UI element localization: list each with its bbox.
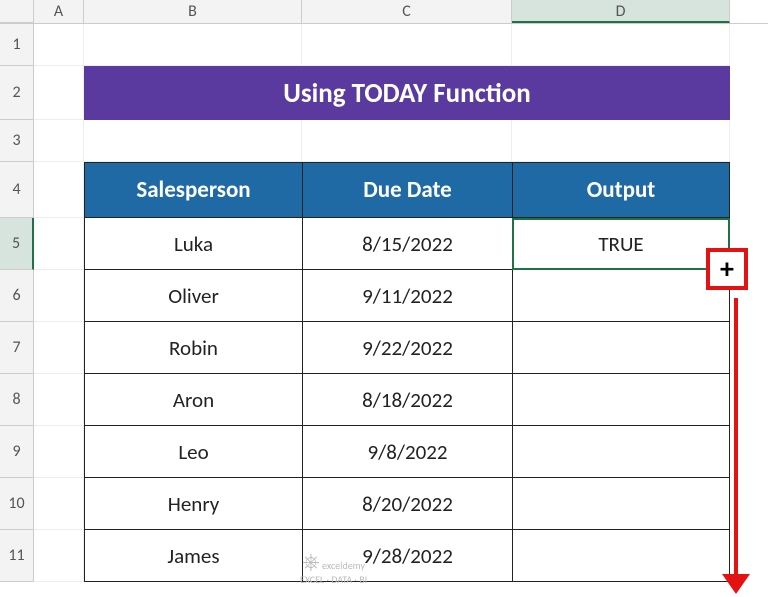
cell-C10[interactable]: 8/20/2022 [302, 478, 512, 530]
watermark-sub: EXCEL · DATA · BI [300, 573, 367, 586]
row-1: 1 [0, 24, 768, 66]
row-header-1[interactable]: 1 [0, 24, 34, 66]
cell-A8[interactable] [34, 374, 84, 426]
cell-A10[interactable] [34, 478, 84, 530]
cell-D3[interactable] [512, 120, 730, 162]
autofill-arrowhead-icon [722, 574, 750, 594]
row-3: 3 [0, 120, 768, 162]
cell-B10[interactable]: Henry [84, 478, 302, 530]
cell-B5[interactable]: Luka [84, 218, 302, 270]
cell-C7[interactable]: 9/22/2022 [302, 322, 512, 374]
row-11: 11 James 9/28/2022 [0, 530, 768, 582]
header-salesperson[interactable]: Salesperson [84, 162, 302, 218]
cell-A9[interactable] [34, 426, 84, 478]
row-10: 10 Henry 8/20/2022 [0, 478, 768, 530]
column-header-row: A B C D [0, 0, 768, 24]
watermark: ⎈ exceldemy EXCEL · DATA · BI [300, 550, 367, 585]
cell-D1[interactable] [512, 24, 730, 66]
fill-handle[interactable]: + [706, 248, 748, 290]
cell-D7[interactable] [512, 322, 730, 374]
col-header-D[interactable]: D [512, 0, 730, 23]
cell-D8[interactable] [512, 374, 730, 426]
cell-A2[interactable] [34, 66, 84, 120]
cell-C3[interactable] [302, 120, 512, 162]
cell-B8[interactable]: Aron [84, 374, 302, 426]
cell-D11[interactable] [512, 530, 730, 582]
header-duedate[interactable]: Due Date [302, 162, 512, 218]
watermark-logo-icon: ⎈ [302, 548, 320, 575]
row-header-2[interactable]: 2 [0, 66, 34, 120]
cell-C9[interactable]: 9/8/2022 [302, 426, 512, 478]
watermark-brand: exceldemy [322, 559, 365, 572]
row-header-5[interactable]: 5 [0, 218, 34, 270]
header-output[interactable]: Output [512, 162, 730, 218]
cell-C1[interactable] [302, 24, 512, 66]
cell-A3[interactable] [34, 120, 84, 162]
cell-B1[interactable] [84, 24, 302, 66]
cell-C8[interactable]: 8/18/2022 [302, 374, 512, 426]
row-8: 8 Aron 8/18/2022 [0, 374, 768, 426]
cell-A7[interactable] [34, 322, 84, 374]
row-header-10[interactable]: 10 [0, 478, 34, 530]
cell-A6[interactable] [34, 270, 84, 322]
cell-B7[interactable]: Robin [84, 322, 302, 374]
output-value: TRUE [598, 231, 643, 257]
row-header-7[interactable]: 7 [0, 322, 34, 374]
cell-B11[interactable]: James [84, 530, 302, 582]
row-6: 6 Oliver 9/11/2022 [0, 270, 768, 322]
col-header-B[interactable]: B [84, 0, 302, 23]
row-7: 7 Robin 9/22/2022 [0, 322, 768, 374]
cell-A4[interactable] [34, 162, 84, 218]
row-header-8[interactable]: 8 [0, 374, 34, 426]
col-header-A[interactable]: A [34, 0, 84, 23]
plus-icon: + [720, 255, 734, 283]
spreadsheet: A B C D 1 2 Using TODAY Function 3 4 Sal… [0, 0, 768, 597]
cell-D10[interactable] [512, 478, 730, 530]
cell-C5[interactable]: 8/15/2022 [302, 218, 512, 270]
row-header-4[interactable]: 4 [0, 162, 34, 218]
cell-D6[interactable] [512, 270, 730, 322]
cell-B3[interactable] [84, 120, 302, 162]
row-header-6[interactable]: 6 [0, 270, 34, 322]
cell-A1[interactable] [34, 24, 84, 66]
cell-B6[interactable]: Oliver [84, 270, 302, 322]
row-header-3[interactable]: 3 [0, 120, 34, 162]
autofill-arrow [734, 298, 738, 582]
col-header-C[interactable]: C [302, 0, 512, 23]
select-all-corner[interactable] [0, 0, 34, 23]
cell-D5-selected[interactable]: TRUE + [512, 218, 730, 270]
cell-B9[interactable]: Leo [84, 426, 302, 478]
row-4: 4 Salesperson Due Date Output [0, 162, 768, 218]
cell-A11[interactable] [34, 530, 84, 582]
cell-D9[interactable] [512, 426, 730, 478]
cell-C6[interactable]: 9/11/2022 [302, 270, 512, 322]
title-banner: Using TODAY Function [84, 66, 730, 120]
row-9: 9 Leo 9/8/2022 [0, 426, 768, 478]
row-header-11[interactable]: 11 [0, 530, 34, 582]
row-5: 5 Luka 8/15/2022 TRUE + [0, 218, 768, 270]
cell-A5[interactable] [34, 218, 84, 270]
row-header-9[interactable]: 9 [0, 426, 34, 478]
